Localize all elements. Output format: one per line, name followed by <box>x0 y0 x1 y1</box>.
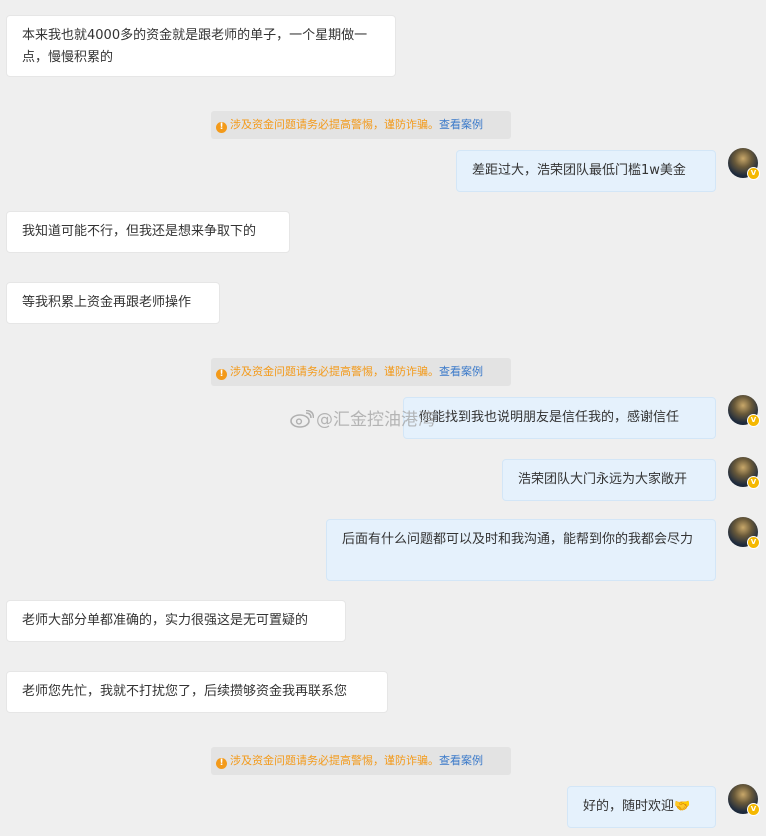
fraud-warning-notice: ! 涉及资金问题请务必提高警惕，谨防诈骗。查看案例 <box>211 111 511 139</box>
fraud-warning-text: 涉及资金问题请务必提高警惕，谨防诈骗。 <box>230 365 439 378</box>
message-bubble-outgoing: 浩荣团队大门永远为大家敞开 <box>502 459 716 501</box>
message-bubble-outgoing: 好的，随时欢迎🤝 <box>567 786 716 828</box>
view-cases-link[interactable]: 查看案例 <box>439 365 483 378</box>
view-cases-link[interactable]: 查看案例 <box>439 754 483 767</box>
message-bubble-outgoing: 差距过大，浩荣团队最低门槛1w美金 <box>456 150 716 192</box>
verified-badge-icon: V <box>747 803 760 816</box>
info-warning-icon: ! <box>216 122 227 133</box>
message-text: 等我积累上资金再跟老师操作 <box>22 295 192 310</box>
message-bubble-incoming: 我知道可能不行，但我还是想来争取下的 <box>6 211 290 253</box>
avatar[interactable]: V <box>728 784 760 816</box>
view-cases-link[interactable]: 查看案例 <box>439 118 483 131</box>
fraud-warning-text: 涉及资金问题请务必提高警惕，谨防诈骗。 <box>230 754 439 767</box>
message-bubble-incoming: 老师您先忙，我就不打扰您了，后续攒够资金我再联系您 <box>6 671 388 713</box>
message-bubble-outgoing: 后面有什么问题都可以及时和我沟通，能帮到你的我都会尽力 <box>326 519 716 581</box>
verified-badge-icon: V <box>747 476 760 489</box>
message-bubble-outgoing: 你能找到我也说明朋友是信任我的，感谢信任 <box>403 397 716 439</box>
info-warning-icon: ! <box>216 369 227 380</box>
avatar[interactable]: V <box>728 148 760 180</box>
message-text: 老师大部分单都准确的，实力很强这是无可置疑的 <box>22 613 309 628</box>
message-text: 本来我也就4000多的资金就是跟老师的单子，一个星期做一点，慢慢积累的 <box>22 28 368 65</box>
verified-badge-icon: V <box>747 414 760 427</box>
avatar[interactable]: V <box>728 457 760 489</box>
message-bubble-incoming: 等我积累上资金再跟老师操作 <box>6 282 220 324</box>
message-bubble-incoming: 本来我也就4000多的资金就是跟老师的单子，一个星期做一点，慢慢积累的 <box>6 15 396 77</box>
weibo-logo-icon <box>290 410 314 428</box>
message-text: 好的，随时欢迎🤝 <box>583 799 691 814</box>
message-text: 浩荣团队大门永远为大家敞开 <box>518 472 688 487</box>
fraud-warning-notice: ! 涉及资金问题请务必提高警惕，谨防诈骗。查看案例 <box>211 358 511 386</box>
message-bubble-incoming: 老师大部分单都准确的，实力很强这是无可置疑的 <box>6 600 346 642</box>
message-text: 你能找到我也说明朋友是信任我的，感谢信任 <box>419 410 680 425</box>
verified-badge-icon: V <box>747 167 760 180</box>
fraud-warning-notice: ! 涉及资金问题请务必提高警惕，谨防诈骗。查看案例 <box>211 747 511 775</box>
avatar[interactable]: V <box>728 517 760 549</box>
verified-badge-icon: V <box>747 536 760 549</box>
avatar[interactable]: V <box>728 395 760 427</box>
message-text: 老师您先忙，我就不打扰您了，后续攒够资金我再联系您 <box>22 684 348 699</box>
info-warning-icon: ! <box>216 758 227 769</box>
message-text: 后面有什么问题都可以及时和我沟通，能帮到你的我都会尽力 <box>342 532 694 547</box>
message-text: 差距过大，浩荣团队最低门槛1w美金 <box>472 163 686 178</box>
fraud-warning-text: 涉及资金问题请务必提高警惕，谨防诈骗。 <box>230 118 439 131</box>
message-text: 我知道可能不行，但我还是想来争取下的 <box>22 224 257 239</box>
